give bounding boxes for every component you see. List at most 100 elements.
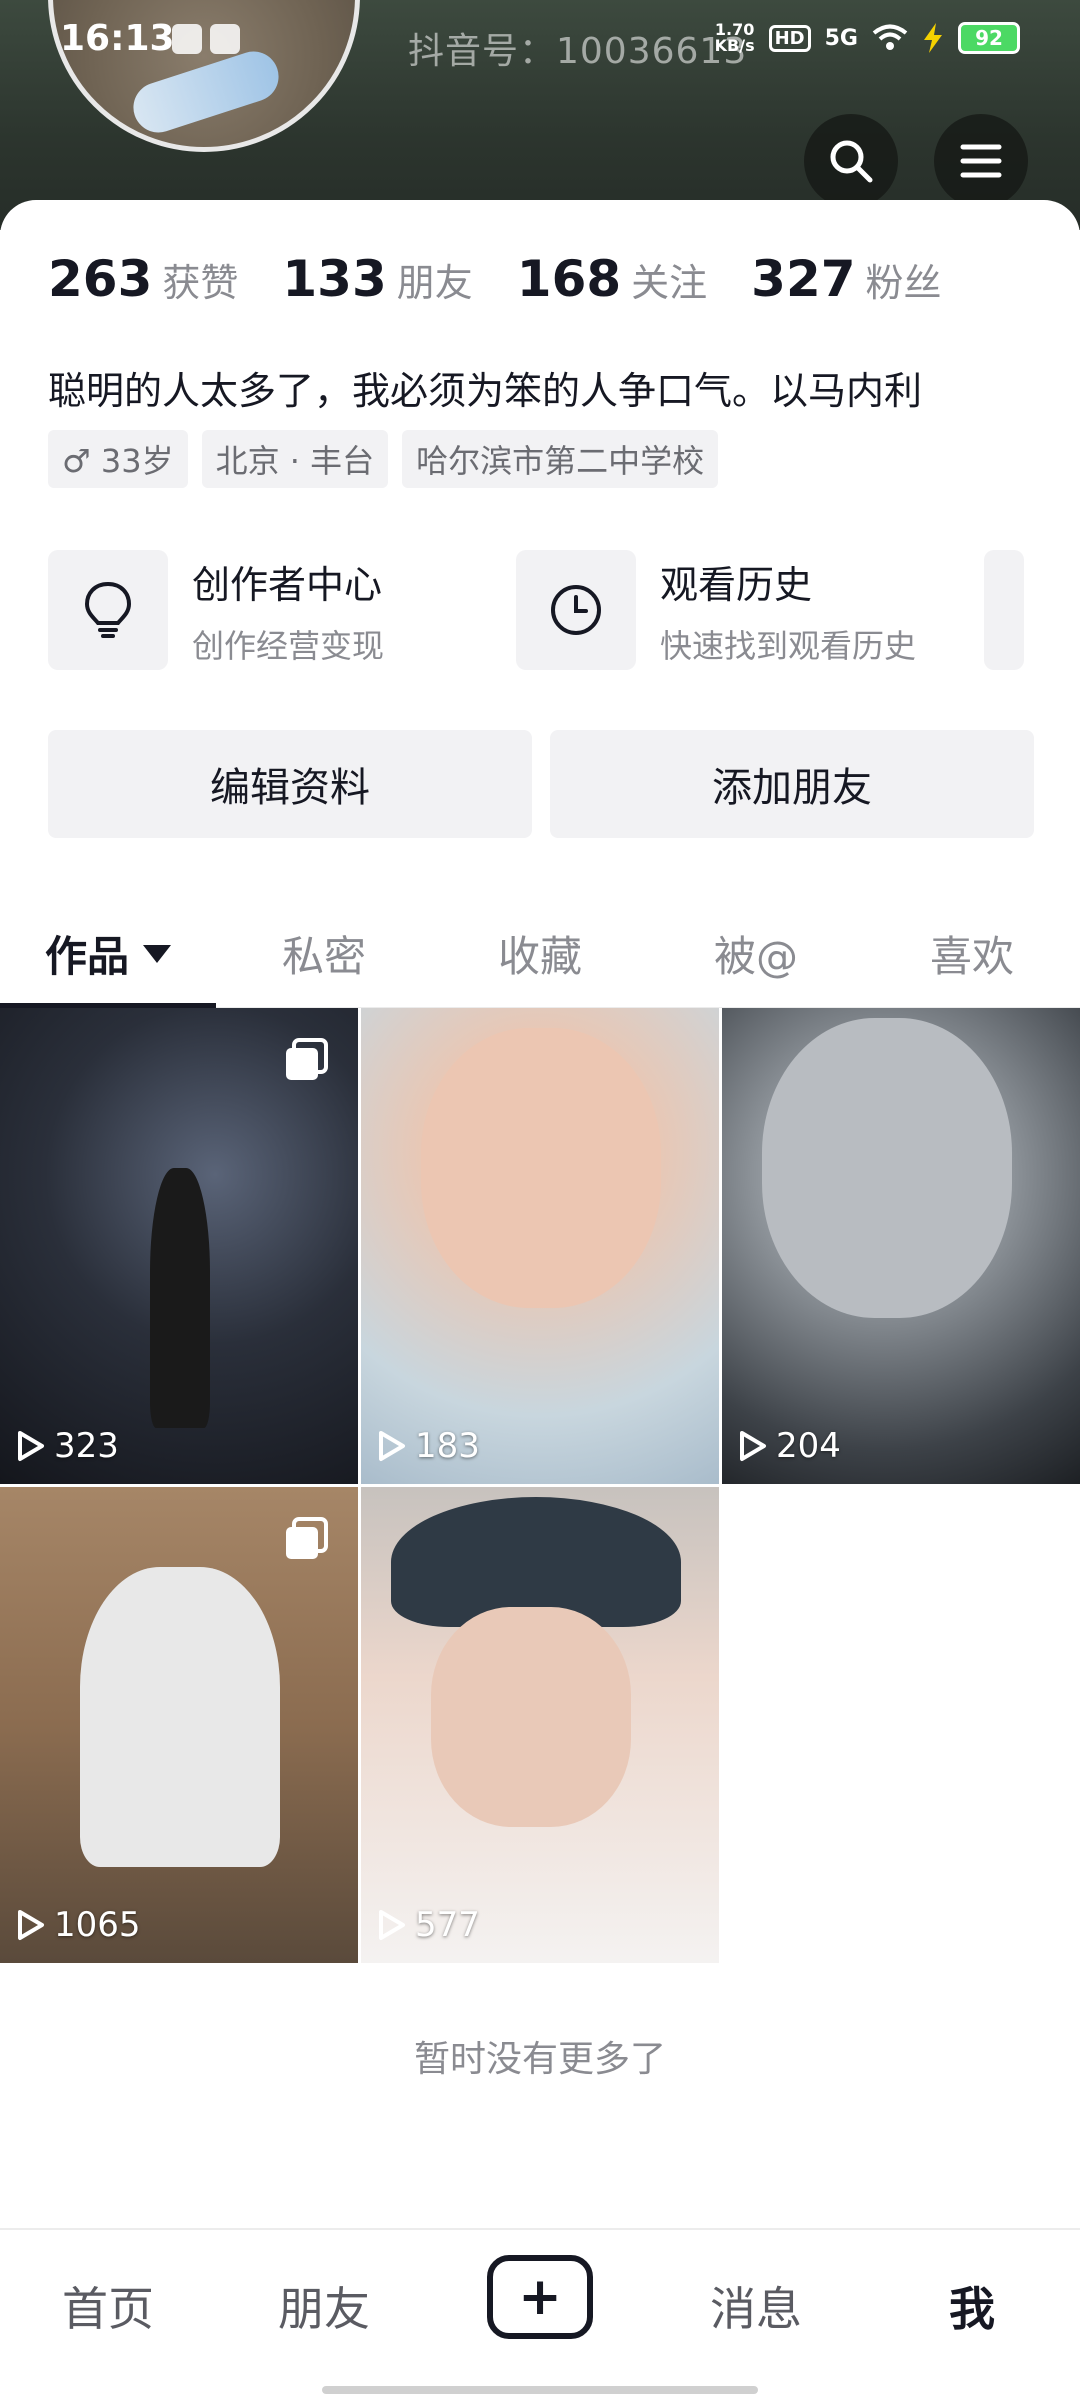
play-count-value: 204 [776,1426,841,1466]
stat-label: 关注 [631,261,708,305]
thumbnail-subject [762,1018,1012,1318]
tab-favorites[interactable]: 收藏 [432,900,648,1007]
tag-gender-age: ♂ 33岁 [48,430,188,488]
wifi-icon [872,24,908,50]
plus-icon: + [518,2267,562,2327]
watch-history-shortcut[interactable]: 观看历史 快速找到观看历史 [516,550,944,670]
profile-tags: ♂ 33岁 北京 · 丰台 哈尔滨市第二中学校 [48,430,719,488]
edit-profile-button[interactable]: 编辑资料 [48,730,532,838]
play-count: 183 [377,1426,480,1466]
lightbulb-icon [48,550,168,670]
profile-stats: 263 获赞 133 朋友 168 关注 327 粉丝 [48,250,942,308]
tab-private[interactable]: 私密 [216,900,432,1007]
shortcut-row: 创作者中心 创作经营变现 观看历史 快速找到观看历史 [48,550,1080,670]
stat-value: 168 [516,250,622,308]
home-indicator[interactable] [322,2386,758,2394]
status-notification-icons [172,24,240,54]
stat-label: 获赞 [162,261,239,305]
bottom-nav: 首页 朋友 + 消息 我 [0,2228,1080,2400]
play-icon [379,1910,405,1940]
search-icon [830,140,873,183]
play-count-value: 323 [54,1426,119,1466]
creator-center-shortcut[interactable]: 创作者中心 创作经营变现 [48,550,476,670]
video-grid: 323 183 204 1065 577 [0,1008,1080,1963]
menu-button[interactable] [934,114,1028,208]
nav-create[interactable]: + [432,2255,648,2375]
video-thumbnail[interactable]: 577 [361,1487,719,1963]
play-count: 1065 [16,1905,141,1945]
status-time: 16:13 [60,18,175,59]
tag-location: 北京 · 丰台 [201,430,389,488]
video-thumbnail[interactable]: 1065 [0,1487,358,1963]
thumbnail-subject [421,1028,661,1308]
stat-likes[interactable]: 263 获赞 [48,250,238,308]
shortcut-title: 观看历史 [660,562,813,607]
feed-end-message: 暂时没有更多了 [413,2039,666,2080]
video-thumbnail[interactable]: 204 [722,1008,1080,1484]
play-count: 204 [738,1426,841,1466]
nav-messages[interactable]: 消息 [648,2273,864,2357]
app-notification-icon [210,24,240,54]
stat-followers[interactable]: 327 粉丝 [751,250,941,308]
clock-icon [516,550,636,670]
play-count: 577 [377,1905,480,1945]
stat-label: 粉丝 [865,261,942,305]
tab-label: 被@ [713,932,798,981]
thumbnail-subject [150,1168,210,1428]
video-thumbnail[interactable]: 323 [0,1008,358,1484]
thumbnail-subject [80,1567,280,1867]
play-icon [740,1431,766,1461]
multi-image-icon [286,1517,328,1559]
stat-friends[interactable]: 133 朋友 [282,250,472,308]
nav-home[interactable]: 首页 [0,2273,216,2357]
profile-actions: 编辑资料 添加朋友 [48,730,1034,838]
status-bar: 16:13 1.70 KB/s HD 5G 92 [0,0,1080,84]
tab-label: 喜欢 [929,932,1014,981]
shortcut-subtitle: 创作经营变现 [192,626,385,665]
tab-label: 收藏 [497,932,582,981]
content-tabs: 作品 私密 收藏 被@ 喜欢 [0,900,1080,1009]
stat-value: 327 [751,250,856,308]
create-button[interactable]: + [487,2255,593,2339]
play-icon [18,1431,44,1461]
net-speed: 1.70 KB/s [714,20,755,55]
status-icons: 1.70 KB/s HD 5G 92 [715,22,1020,54]
add-friend-button[interactable]: 添加朋友 [550,730,1034,838]
stat-label: 朋友 [396,261,473,305]
tab-mentioned[interactable]: 被@ [648,900,864,1007]
play-icon [379,1431,405,1461]
stat-value: 263 [48,250,153,308]
battery-indicator: 92 [958,22,1020,54]
search-button[interactable] [804,114,898,208]
play-count-value: 1065 [54,1905,141,1945]
tab-liked[interactable]: 喜欢 [864,900,1080,1007]
profile-banner: 抖音号：10036613 16:13 1.70 KB/s HD 5G 92 [0,0,1080,230]
stat-value: 133 [282,250,387,308]
charging-icon [924,23,942,53]
shortcut-text: 观看历史 快速找到观看历史 [660,554,916,667]
play-icon [18,1910,44,1940]
play-count: 323 [16,1426,119,1466]
shortcut-title: 创作者中心 [192,562,383,607]
video-thumbnail[interactable]: 183 [361,1008,719,1484]
shortcut-subtitle: 快速找到观看历史 [660,626,917,665]
shortcut-text: 创作者中心 创作经营变现 [192,554,384,667]
app-notification-icon [172,24,202,54]
thumbnail-subject [431,1607,631,1827]
multi-image-icon [286,1038,328,1080]
nav-me[interactable]: 我 [864,2273,1080,2357]
nav-friends[interactable]: 朋友 [216,2273,432,2357]
signal-5g-icon: 5G [824,25,858,51]
profile-bio[interactable]: 聪明的人太多了，我必须为笨的人争口气。以马内利 [48,360,1048,415]
tab-label: 作品 [44,932,129,981]
hd-icon: HD [768,24,811,52]
stat-following[interactable]: 168 关注 [517,250,707,308]
tab-label: 私密 [281,932,366,981]
play-count-value: 183 [415,1426,480,1466]
hamburger-menu-icon [960,144,1002,178]
tab-works[interactable]: 作品 [0,900,216,1009]
tag-school: 哈尔滨市第二中学校 [402,430,719,488]
play-count-value: 577 [415,1905,480,1945]
more-shortcut-peek[interactable] [984,550,1024,670]
dropdown-caret-icon [143,944,171,963]
